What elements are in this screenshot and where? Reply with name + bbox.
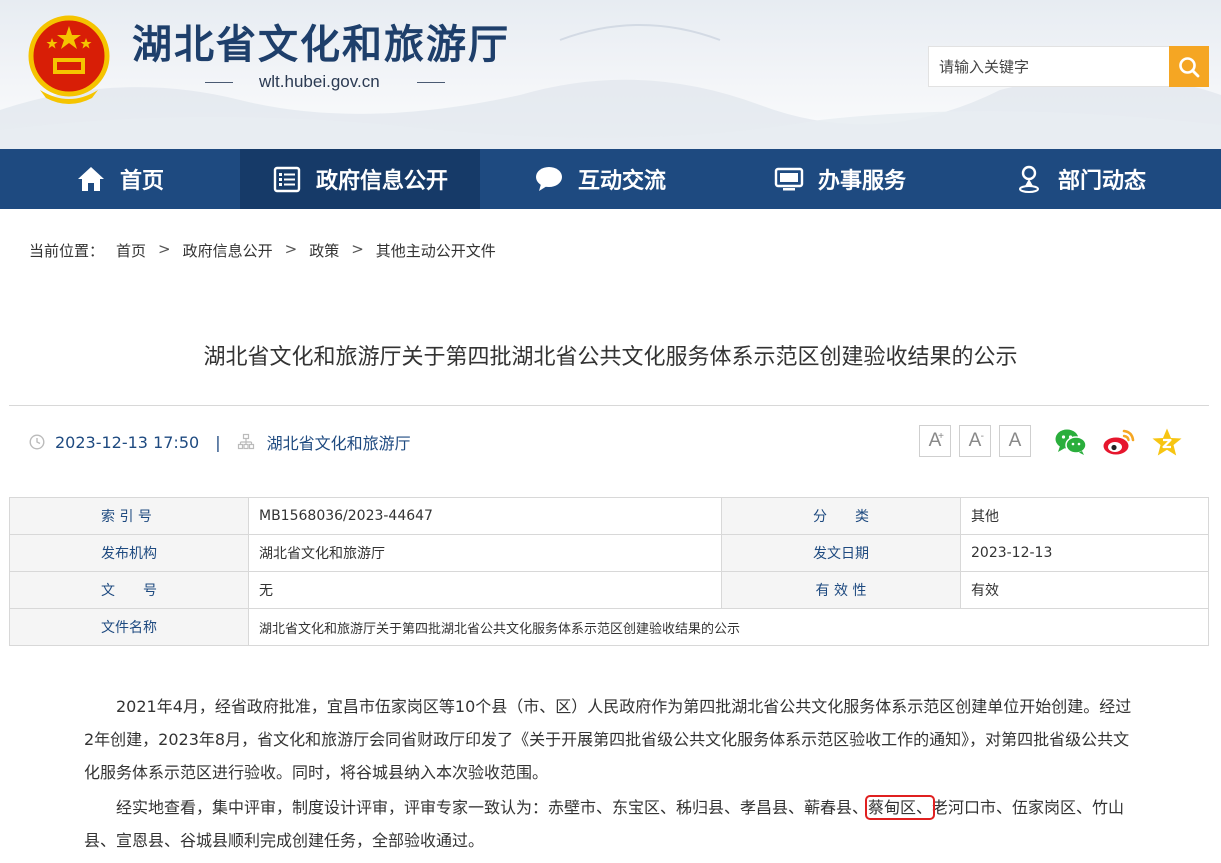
- national-emblem-logo: [28, 15, 110, 104]
- site-domain-row: wlt.hubei.gov.cn: [205, 72, 445, 92]
- location-person-icon: [1014, 164, 1044, 194]
- font-reset-button[interactable]: A: [999, 425, 1031, 457]
- article-body: 2021年4月，经省政府批准，宜昌市伍家岗区等10个县（市、区）人民政府作为第四…: [84, 690, 1140, 859]
- font-decrease-button[interactable]: A -: [959, 425, 991, 457]
- table-row: 索 引 号 MB1568036/2023-44647 分 类 其他: [9, 497, 1209, 535]
- breadcrumb-other-docs[interactable]: 其他主动公开文件: [376, 240, 496, 261]
- document-list-icon: [272, 164, 302, 194]
- file-name-value: 湖北省文化和旅游厅关于第四批湖北省公共文化服务体系示范区创建验收结果的公示: [248, 608, 1209, 646]
- body-paragraph-2-start: 经实地查看，集中评审，制度设计评审，评审专家一致认为：赤壁市、东宝区、秭归县、孝…: [116, 798, 869, 817]
- meta-separator: |: [215, 432, 221, 452]
- article-meta: 2023-12-13 17:50 | 湖北省文化和旅游厅: [29, 430, 411, 454]
- breadcrumb: 当前位置： 首页 > 政府信息公开 > 政策 > 其他主动公开文件: [29, 240, 496, 261]
- nav-item-services[interactable]: 办事服务: [720, 149, 960, 209]
- nav-label: 部门动态: [1057, 169, 1146, 194]
- page-title: 湖北省文化和旅游厅关于第四批湖北省公共文化服务体系示范区创建验收结果的公示: [203, 345, 1018, 370]
- breadcrumb-policy[interactable]: 政策: [309, 240, 339, 261]
- wechat-icon[interactable]: [1054, 425, 1088, 459]
- domain-left-rule: [205, 82, 233, 83]
- file-name-label: 文件名称: [9, 608, 249, 646]
- highlighted-district: 蔡甸区、: [865, 795, 936, 820]
- publish-source: 湖北省文化和旅游厅: [266, 434, 411, 453]
- search-input[interactable]: [929, 47, 1169, 86]
- favorite-star-icon[interactable]: [1150, 425, 1184, 459]
- validity-label: 有 效 性: [721, 571, 961, 609]
- clock-icon: [29, 434, 45, 450]
- body-paragraph-2: 经实地查看，集中评审，制度设计评审，评审专家一致认为：赤壁市、东宝区、秭归县、孝…: [84, 791, 1140, 857]
- breadcrumb-separator: >: [158, 240, 171, 258]
- site-domain: wlt.hubei.gov.cn: [259, 72, 380, 91]
- search-button[interactable]: [1169, 46, 1209, 87]
- category-label: 分 类: [721, 497, 961, 535]
- breadcrumb-government-info[interactable]: 政府信息公开: [183, 240, 273, 261]
- publish-datetime: 2023-12-13 17:50: [55, 432, 200, 452]
- issue-date-label: 发文日期: [721, 534, 961, 572]
- search-box: [928, 46, 1169, 87]
- nav-label: 政府信息公开: [315, 169, 448, 194]
- breadcrumb-separator: >: [351, 240, 364, 258]
- table-row: 发布机构 湖北省文化和旅游厅 发文日期 2023-12-13: [9, 534, 1209, 572]
- share-bar: [1054, 425, 1198, 459]
- monitor-icon: [774, 164, 804, 194]
- font-size-controls: A + A - A: [919, 425, 1039, 457]
- site-title: 湖北省文化和旅游厅: [132, 21, 510, 68]
- doc-number-value: 无: [248, 571, 722, 609]
- font-increase-mark: +: [938, 431, 944, 442]
- validity-value: 有效: [960, 571, 1209, 609]
- title-divider: [9, 405, 1209, 406]
- publisher-label: 发布机构: [9, 534, 249, 572]
- doc-number-label: 文 号: [9, 571, 249, 609]
- domain-right-rule: [417, 82, 445, 83]
- font-decrease-mark: -: [980, 431, 984, 442]
- chat-bubble-icon: [534, 164, 564, 194]
- index-number-value: MB1568036/2023-44647: [248, 497, 722, 535]
- nav-label: 首页: [119, 169, 164, 194]
- category-value: 其他: [960, 497, 1209, 535]
- nav-item-interaction[interactable]: 互动交流: [480, 149, 720, 209]
- table-row: 文 号 无 有 效 性 有效: [9, 571, 1209, 609]
- organization-icon: [237, 433, 254, 450]
- issue-date-value: 2023-12-13: [960, 534, 1209, 572]
- breadcrumb-separator: >: [284, 240, 298, 258]
- body-paragraph-1: 2021年4月，经省政府批准，宜昌市伍家岗区等10个县（市、区）人民政府作为第四…: [84, 697, 1132, 782]
- breadcrumb-lead: 当前位置：: [29, 242, 105, 260]
- search-icon: [1179, 56, 1200, 77]
- font-decrease-label: A: [968, 430, 982, 451]
- home-icon: [76, 164, 106, 194]
- publisher-value: 湖北省文化和旅游厅: [248, 534, 722, 572]
- site-header: 湖北省文化和旅游厅 wlt.hubei.gov.cn: [0, 0, 1221, 149]
- font-increase-button[interactable]: A +: [919, 425, 951, 457]
- main-nav: 首页 政府信息公开 互动交流 办事服务 部门动态: [0, 149, 1221, 209]
- nav-item-department-news[interactable]: 部门动态: [960, 149, 1200, 209]
- nav-item-home[interactable]: 首页: [0, 149, 240, 209]
- table-row: 文件名称 湖北省文化和旅游厅关于第四批湖北省公共文化服务体系示范区创建验收结果的…: [9, 608, 1209, 646]
- index-number-label: 索 引 号: [9, 497, 249, 535]
- font-reset-label: A: [1008, 430, 1022, 451]
- nav-label: 互动交流: [577, 169, 666, 194]
- document-info-table: 索 引 号 MB1568036/2023-44647 分 类 其他 发布机构 湖…: [9, 497, 1209, 646]
- weibo-icon[interactable]: [1102, 425, 1136, 459]
- breadcrumb-home[interactable]: 首页: [116, 240, 146, 261]
- nav-item-government-info[interactable]: 政府信息公开: [240, 149, 480, 209]
- nav-label: 办事服务: [817, 169, 906, 194]
